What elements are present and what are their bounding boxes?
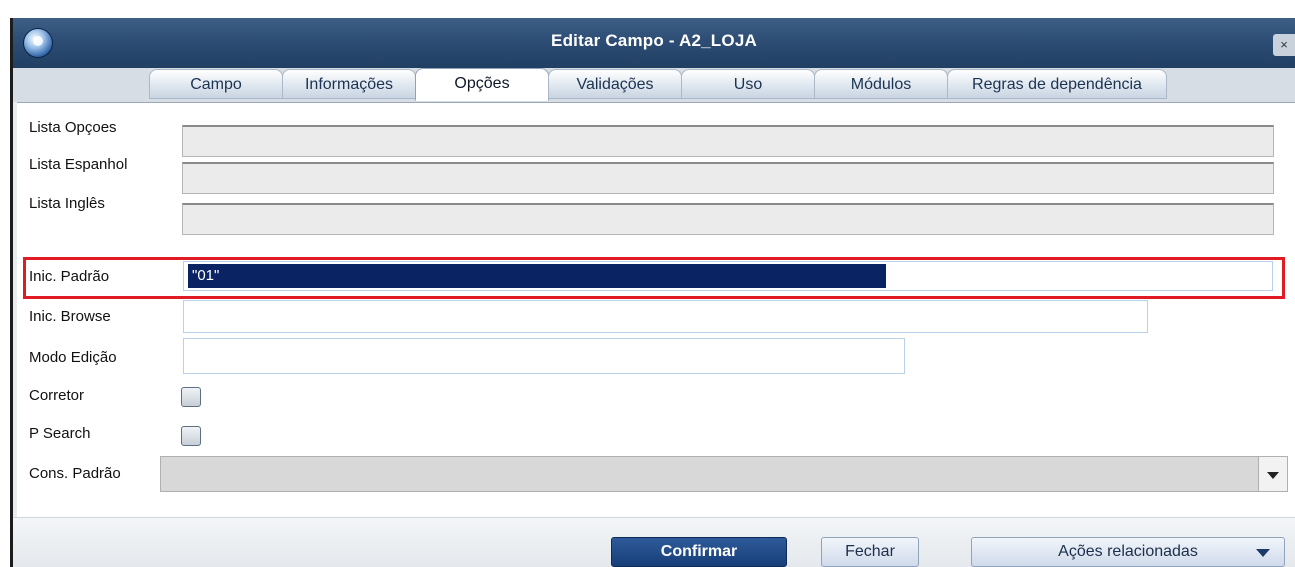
window-title: Editar Campo - A2_LOJA — [551, 31, 757, 50]
tab-regras-dependencia[interactable]: Regras de dependência — [947, 69, 1167, 99]
dialog-footer: Confirmar Fechar Ações relacionadas — [13, 517, 1295, 567]
p-search-checkbox[interactable] — [181, 426, 201, 446]
fechar-button[interactable]: Fechar — [821, 537, 919, 567]
chevron-down-icon — [1256, 549, 1270, 557]
corretor-label: Corretor — [29, 387, 85, 404]
edit-field-dialog: Editar Campo - A2_LOJA × Campo Informaçõ… — [10, 18, 1295, 567]
acoes-relacionadas-label: Ações relacionadas — [1058, 543, 1198, 560]
lista-ingles-field — [182, 203, 1274, 235]
p-search-label: P Search — [29, 425, 91, 442]
lista-ingles-label: Lista Inglês — [29, 195, 105, 212]
inic-padrao-field[interactable]: "01" — [183, 261, 1273, 291]
chevron-down-icon[interactable] — [1258, 457, 1287, 491]
modo-edicao-field[interactable] — [183, 338, 905, 374]
inic-padrao-label: Inic. Padrão — [29, 268, 110, 285]
lista-espanhol-field — [182, 162, 1274, 194]
tab-bar: Campo Informações Opções Validações Uso … — [13, 68, 1295, 102]
inic-padrao-selected-text: "01" — [188, 264, 886, 288]
cons-padrao-select[interactable] — [160, 456, 1288, 492]
close-button[interactable]: × — [1273, 34, 1295, 56]
tab-validacoes[interactable]: Validações — [548, 69, 682, 99]
cons-padrao-label: Cons. Padrão — [29, 465, 121, 482]
tab-opcoes[interactable]: Opções — [415, 68, 549, 101]
background-strip — [0, 0, 1295, 18]
title-bar: Editar Campo - A2_LOJA × — [13, 18, 1295, 68]
acoes-relacionadas-button[interactable]: Ações relacionadas — [971, 537, 1285, 567]
modo-edicao-label: Modo Edição — [29, 349, 117, 366]
lista-opcoes-field — [182, 125, 1274, 157]
corretor-checkbox[interactable] — [181, 387, 201, 407]
lista-opcoes-label: Lista Opçoes — [29, 119, 117, 136]
inic-browse-label: Inic. Browse — [29, 308, 111, 325]
inic-browse-field[interactable] — [183, 300, 1148, 333]
lista-espanhol-label: Lista Espanhol — [29, 156, 128, 173]
tab-informacoes[interactable]: Informações — [282, 69, 416, 99]
tab-modulos[interactable]: Módulos — [814, 69, 948, 99]
confirmar-button[interactable]: Confirmar — [611, 537, 787, 567]
tab-campo[interactable]: Campo — [149, 69, 283, 99]
options-panel: Lista Opçoes Lista Espanhol Lista Inglês… — [17, 102, 1295, 518]
tab-uso[interactable]: Uso — [681, 69, 815, 99]
